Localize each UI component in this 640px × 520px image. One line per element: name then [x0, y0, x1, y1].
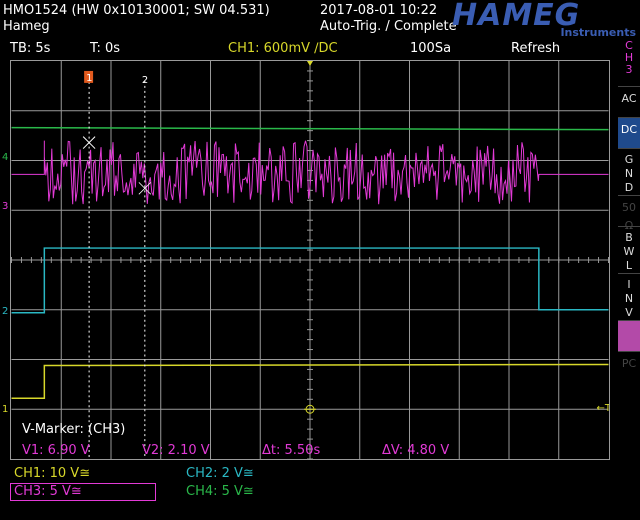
- header-left: HMO1524 (HW 0x10130001; SW 04.531) Hameg: [3, 3, 270, 35]
- delta-t-readout: Δt: 5.50s: [262, 443, 321, 458]
- ch4-marker[interactable]: 4: [2, 152, 8, 163]
- menu-button-0[interactable]: AC: [618, 86, 640, 117]
- channel-indicator: C H 3: [624, 39, 634, 76]
- delta-v-readout: ΔV: 4.80 V: [382, 443, 450, 458]
- menu-button-2[interactable]: GND: [618, 148, 640, 195]
- menu-button-3[interactable]: 50 Ω: [618, 195, 640, 232]
- ch3-marker[interactable]: 3: [2, 201, 8, 212]
- ch2-marker[interactable]: 2: [2, 306, 8, 317]
- channel-setting[interactable]: CH1: 600mV ∕DC: [228, 40, 338, 58]
- acquisition-mode[interactable]: Refresh: [511, 40, 560, 58]
- menu-button-4[interactable]: BWL: [618, 226, 640, 273]
- ch2-legend[interactable]: CH2: 2 V≅: [186, 466, 254, 482]
- datetime: 2017-08-01 10:22: [320, 3, 438, 18]
- channel-menu: C H 3 AC DC G N D 50 Ω B W L I N V PC: [618, 40, 640, 382]
- menu-button-1[interactable]: DC: [618, 117, 640, 148]
- trigger-level-marker[interactable]: ←T: [597, 403, 610, 414]
- header-status: 2017-08-01 10:22 Auto-Trig. / Complete: [320, 3, 457, 35]
- ch3-legend[interactable]: CH3: 5 V≅: [10, 483, 156, 501]
- trigger-status: Auto-Trig. / Complete: [320, 19, 457, 34]
- device-info: HMO1524 (HW 0x10130001; SW 04.531): [3, 3, 270, 18]
- marker-1-label[interactable]: 1: [86, 73, 92, 84]
- menu-button-5[interactable]: INV: [618, 273, 640, 320]
- trigger-time[interactable]: T: 0s: [90, 40, 120, 58]
- graticule: [11, 61, 609, 459]
- menu-button-6[interactable]: [618, 320, 640, 351]
- hameg-logo: HAMEG Instruments: [452, 0, 636, 39]
- timebase[interactable]: TB: 5s: [10, 40, 50, 58]
- sample-count: 100Sa: [410, 41, 452, 56]
- trigger-position-icon[interactable]: [307, 61, 313, 66]
- waveform-display[interactable]: 1 2 ←T: [10, 60, 610, 460]
- marker-2-label[interactable]: 2: [142, 75, 148, 86]
- v1-readout: V1: 6.90 V: [22, 443, 90, 458]
- ch4-legend[interactable]: CH4: 5 V≅: [186, 484, 254, 500]
- status-bar: TB: 5s T: 0s CH1: 600mV ∕DC 100Sa Refres…: [0, 40, 612, 58]
- vmarker-title: V-Marker: (CH3): [22, 422, 126, 437]
- menu-button-7[interactable]: PC: [618, 351, 640, 382]
- ch1-legend[interactable]: CH1: 10 V≅: [14, 466, 90, 482]
- ch1-marker[interactable]: 1: [2, 404, 8, 415]
- v2-readout: V2: 2.10 V: [142, 443, 210, 458]
- ch4-trace: [11, 126, 609, 131]
- owner-name: Hameg: [3, 19, 50, 34]
